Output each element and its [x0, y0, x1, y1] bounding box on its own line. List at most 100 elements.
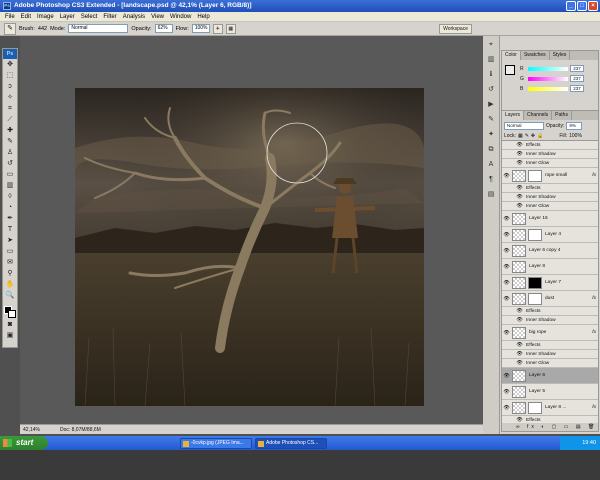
layer-effect-row[interactable]: 👁 Inner Glow: [502, 159, 598, 168]
shape-tool-icon[interactable]: ▭: [4, 247, 16, 257]
actions-icon[interactable]: ▶: [485, 98, 498, 111]
histogram-icon[interactable]: ▥: [485, 53, 498, 66]
layer-fx-badge[interactable]: fx: [592, 330, 596, 335]
visibility-eye-icon[interactable]: 👁: [503, 248, 510, 254]
visibility-eye-icon[interactable]: 👁: [503, 216, 510, 222]
layer-row[interactable]: 👁 rope small fx: [502, 168, 598, 184]
layer-row[interactable]: 👁 Layer 7: [502, 275, 598, 291]
layer-effect-row[interactable]: 👁 Inner Shadow: [502, 350, 598, 359]
layer-mask-thumbnail[interactable]: [528, 401, 542, 414]
menu-item-image[interactable]: Image: [34, 12, 57, 21]
layer-mask-thumbnail[interactable]: [528, 292, 542, 305]
layer-name[interactable]: Layer 6 copy 4: [529, 248, 596, 253]
taskbar-item[interactable]: -0cvkp.jpg (JPEG Ima...: [180, 438, 252, 449]
color-swatches[interactable]: [3, 305, 17, 319]
clone-source-icon[interactable]: ⧉: [485, 143, 498, 156]
info-icon[interactable]: ℹ: [485, 68, 498, 81]
blur-tool-icon[interactable]: ◊: [4, 192, 16, 202]
layer-thumbnail[interactable]: [512, 260, 526, 273]
menu-item-filter[interactable]: Filter: [100, 12, 119, 21]
layer-row[interactable]: 👁 Layer 8 ... fx: [502, 400, 598, 416]
mode-select[interactable]: Normal: [68, 24, 129, 33]
tab-channels[interactable]: Channels: [524, 111, 553, 120]
healing-tool-icon[interactable]: ✚: [4, 126, 16, 136]
layer-row[interactable]: 👁 dust fx: [502, 291, 598, 307]
menu-item-edit[interactable]: Edit: [18, 12, 34, 21]
menu-item-file[interactable]: File: [2, 12, 18, 21]
brush-panel-icon[interactable]: ▦: [225, 23, 236, 34]
green-value[interactable]: 237: [570, 75, 584, 82]
airbrush-icon[interactable]: ✈: [212, 23, 223, 34]
brush-tool-icon[interactable]: ✎: [4, 22, 16, 35]
layer-name[interactable]: Layer 6: [529, 373, 596, 378]
crop-tool-icon[interactable]: ⌗: [4, 104, 16, 114]
red-slider[interactable]: [528, 66, 568, 71]
visibility-eye-icon[interactable]: 👁: [516, 342, 523, 348]
layer-comps-icon[interactable]: ▤: [485, 188, 498, 201]
marquee-tool-icon[interactable]: ⬚: [4, 71, 16, 81]
visibility-eye-icon[interactable]: 👁: [516, 194, 523, 200]
flow-field[interactable]: 100%: [191, 24, 210, 33]
layer-effect-row[interactable]: 👁 Effects: [502, 184, 598, 193]
tool-presets-icon[interactable]: ✎: [485, 113, 498, 126]
eraser-tool-icon[interactable]: ▭: [4, 170, 16, 180]
layer-opacity-field[interactable]: 8%: [566, 121, 583, 130]
layer-row[interactable]: 👁 Layer 16: [502, 211, 598, 227]
visibility-eye-icon[interactable]: 👁: [503, 296, 510, 302]
layer-thumbnail[interactable]: [512, 401, 526, 414]
layer-thumbnail[interactable]: [512, 292, 526, 305]
layer-mask-thumbnail[interactable]: [528, 169, 542, 182]
layer-thumbnail[interactable]: [512, 385, 526, 398]
brushes-icon[interactable]: ✦: [485, 128, 498, 141]
brush-size[interactable]: 442: [38, 26, 47, 32]
lock-position-icon[interactable]: ✥: [531, 133, 535, 139]
zoom-tool-icon[interactable]: 🔍: [4, 291, 16, 301]
tab-color[interactable]: Color: [502, 51, 521, 60]
layer-effect-row[interactable]: 👁 Inner Shadow: [502, 193, 598, 202]
brush-tool-icon[interactable]: ✎: [4, 137, 16, 147]
tab-paths[interactable]: Paths: [552, 111, 572, 120]
layer-name[interactable]: big rope: [529, 330, 592, 335]
menu-item-view[interactable]: View: [148, 12, 167, 21]
layer-row[interactable]: 👁 Layer 6: [502, 368, 598, 384]
slice-tool-icon[interactable]: ⟋: [4, 115, 16, 125]
tab-swatches[interactable]: Swatches: [521, 51, 550, 60]
pen-tool-icon[interactable]: ✒: [4, 214, 16, 224]
start-button[interactable]: start: [0, 436, 48, 450]
layer-thumbnail[interactable]: [512, 244, 526, 257]
quick-mask-icon[interactable]: ◙: [4, 320, 16, 330]
layer-thumbnail[interactable]: [512, 228, 526, 241]
gradient-tool-icon[interactable]: ▥: [4, 181, 16, 191]
layer-effect-row[interactable]: 👁 Effects: [502, 307, 598, 316]
layer-fx-badge[interactable]: fx: [592, 296, 596, 301]
color-swatch-preview[interactable]: [505, 65, 515, 75]
layer-name[interactable]: Layer 16: [529, 216, 596, 221]
lock-transparency-icon[interactable]: ▦: [518, 133, 523, 139]
layer-thumbnail[interactable]: [512, 212, 526, 225]
layer-thumbnail[interactable]: [512, 369, 526, 382]
background-color[interactable]: [8, 310, 16, 318]
layer-mask-thumbnail[interactable]: [528, 228, 542, 241]
blue-slider[interactable]: [528, 86, 568, 91]
layer-row[interactable]: 👁 Layer 5: [502, 384, 598, 400]
layer-actions[interactable]: ∞ fx ◐ ▢ ▭ ▤ 🗑: [502, 423, 598, 431]
layer-name[interactable]: Layer 5: [529, 389, 596, 394]
menu-item-window[interactable]: Window: [167, 12, 194, 21]
layer-fx-badge[interactable]: fx: [592, 405, 596, 410]
visibility-eye-icon[interactable]: 👁: [503, 173, 510, 179]
visibility-eye-icon[interactable]: 👁: [503, 232, 510, 238]
layer-row[interactable]: 👁 Layer 6 copy 4: [502, 243, 598, 259]
lock-pixels-icon[interactable]: ✎: [525, 133, 529, 139]
visibility-eye-icon[interactable]: 👁: [516, 203, 523, 209]
tab-layers[interactable]: Layers: [502, 111, 525, 120]
visibility-eye-icon[interactable]: 👁: [503, 280, 510, 286]
layer-name[interactable]: Layer 8: [529, 264, 596, 269]
red-value[interactable]: 237: [570, 65, 584, 72]
history-icon[interactable]: ↺: [485, 83, 498, 96]
opacity-field[interactable]: 62%: [154, 24, 173, 33]
clock[interactable]: 19:40: [582, 440, 596, 446]
blue-value[interactable]: 237: [570, 85, 584, 92]
paragraph-icon[interactable]: ¶: [485, 173, 498, 186]
zoom-level[interactable]: 42,14%: [23, 425, 40, 434]
layer-thumbnail[interactable]: [512, 169, 526, 182]
